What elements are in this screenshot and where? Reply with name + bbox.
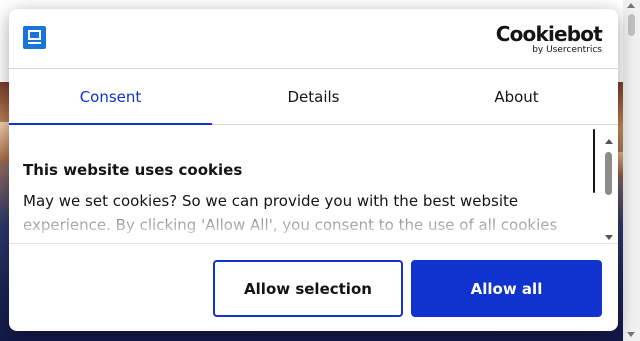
- tab-consent[interactable]: Consent: [9, 69, 212, 125]
- cookiebot-subtitle: by Usercentrics: [532, 45, 602, 55]
- tab-details[interactable]: Details: [212, 69, 415, 124]
- page-scroll-thumb[interactable]: [628, 14, 635, 36]
- cookiebot-logo[interactable]: Cookiebot by Usercentrics: [495, 22, 603, 56]
- content-heading: This website uses cookies: [23, 161, 243, 179]
- content-divider: [593, 129, 595, 193]
- tab-about[interactable]: About: [415, 69, 618, 124]
- page-scrollbar[interactable]: [623, 0, 640, 341]
- website-logo-icon: [23, 26, 46, 49]
- consent-content: This website uses cookies May we set coo…: [9, 125, 618, 244]
- allow-selection-button[interactable]: Allow selection: [213, 260, 403, 317]
- tab-bar: Consent Details About: [9, 69, 618, 125]
- content-scroll-thumb[interactable]: [605, 152, 612, 195]
- content-scrollbar[interactable]: [603, 135, 615, 243]
- dialog-footer: Allow selection Allow all: [9, 244, 618, 331]
- content-fade-overlay: [9, 209, 599, 243]
- cookiebot-name: Cookiebot: [495, 22, 603, 46]
- scroll-down-arrow-icon[interactable]: [605, 235, 613, 240]
- allow-all-button[interactable]: Allow all: [411, 260, 602, 317]
- cookie-consent-dialog: Cookiebot by Usercentrics Consent Detail…: [9, 9, 618, 331]
- scroll-up-arrow-icon[interactable]: [605, 139, 613, 144]
- scroll-down-arrow-icon[interactable]: [627, 332, 635, 337]
- scroll-up-arrow-icon[interactable]: [627, 3, 635, 8]
- dialog-header: Cookiebot by Usercentrics: [9, 9, 618, 69]
